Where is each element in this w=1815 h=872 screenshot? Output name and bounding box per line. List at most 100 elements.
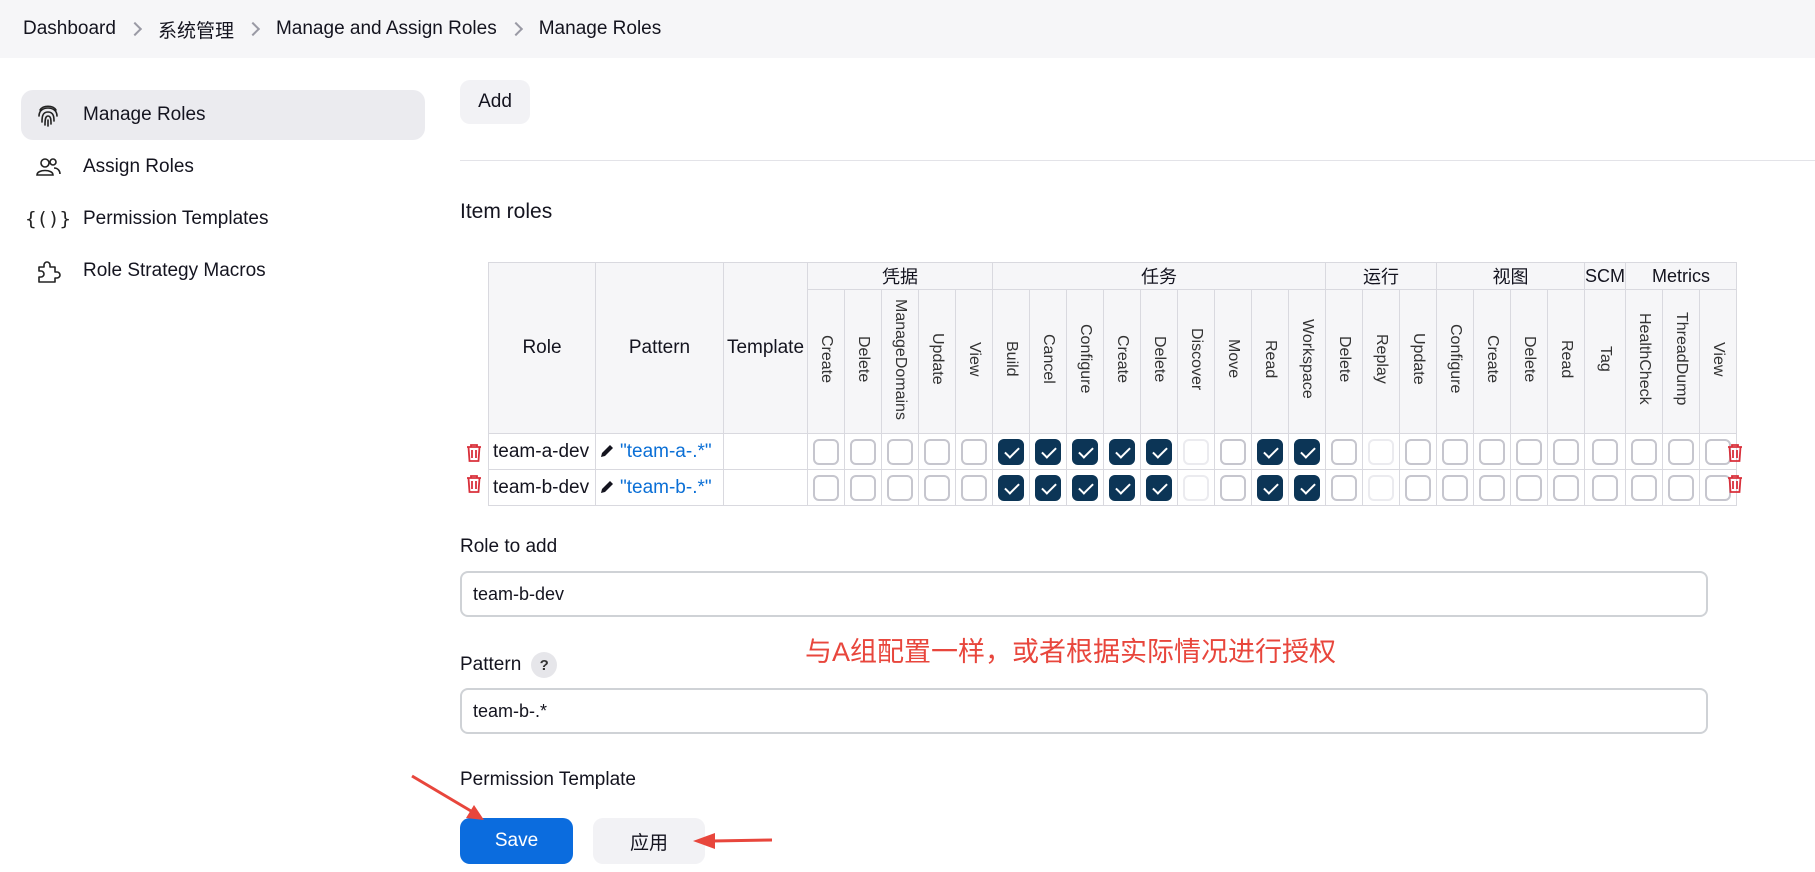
help-icon[interactable]: ? [531, 652, 558, 678]
permission-checkbox[interactable] [1257, 438, 1283, 465]
permission-cell [1214, 433, 1252, 470]
permission-checkbox[interactable] [1631, 438, 1657, 465]
pattern-cell[interactable]: "team-a-.*" [595, 433, 724, 470]
permission-checkbox[interactable] [813, 438, 839, 465]
permission-checkbox[interactable] [1516, 438, 1542, 465]
permission-checkbox[interactable] [1072, 474, 1098, 501]
permission-checkbox[interactable] [887, 474, 913, 501]
role-to-add-input[interactable] [460, 571, 1708, 617]
permission-column-label: Delete [1336, 335, 1353, 383]
delete-row-icon[interactable] [465, 443, 483, 463]
permission-checkbox[interactable] [1553, 474, 1579, 501]
permission-column-header: Cancel [1029, 289, 1067, 434]
permission-checkbox[interactable] [1668, 438, 1694, 465]
permission-cell [807, 433, 845, 470]
permission-checkbox[interactable] [998, 438, 1024, 465]
breadcrumb-manage-roles[interactable]: Manage Roles [539, 18, 662, 40]
permission-cell [1103, 433, 1141, 470]
permission-checkbox[interactable] [1479, 474, 1505, 501]
permission-checkbox[interactable] [1592, 474, 1618, 501]
apply-button[interactable]: 应用 [593, 818, 705, 864]
permission-checkbox[interactable] [1631, 474, 1657, 501]
permission-checkbox[interactable] [1294, 474, 1320, 501]
permission-cell [1288, 469, 1326, 506]
permission-column-header: Configure [1066, 289, 1104, 434]
sidebar-item-permission-templates[interactable]: {()} Permission Templates [21, 194, 425, 244]
permission-cell [918, 469, 956, 506]
permission-checkbox[interactable] [1442, 474, 1468, 501]
pattern-label: Pattern [460, 654, 522, 676]
permission-checkbox[interactable] [1109, 438, 1135, 465]
permission-checkbox[interactable] [1368, 474, 1394, 501]
delete-row-icon[interactable] [465, 474, 483, 494]
permission-checkbox[interactable] [1035, 474, 1061, 501]
pencil-icon[interactable] [600, 480, 614, 494]
delete-row-icon[interactable] [1726, 474, 1744, 494]
permission-cell [1473, 469, 1511, 506]
sidebar: Manage Roles Assign Roles {()} Permissio… [21, 90, 425, 298]
permission-checkbox[interactable] [1146, 474, 1172, 501]
save-button[interactable]: Save [460, 818, 573, 864]
chevron-right-icon [508, 21, 523, 37]
permission-checkbox[interactable] [1072, 438, 1098, 465]
permission-checkbox[interactable] [1220, 474, 1246, 501]
permission-column-label: Cancel [1040, 334, 1057, 384]
permission-column-label: Tag [1597, 346, 1614, 372]
sidebar-item-role-strategy-macros[interactable]: Role Strategy Macros [21, 246, 425, 296]
permission-checkbox[interactable] [1109, 474, 1135, 501]
permission-checkbox[interactable] [1035, 438, 1061, 465]
permission-checkbox[interactable] [1183, 438, 1209, 465]
permission-cell [1251, 433, 1289, 470]
permission-checkbox[interactable] [961, 438, 987, 465]
permission-checkbox[interactable] [1553, 438, 1579, 465]
pattern-input[interactable] [460, 688, 1708, 734]
permission-checkbox[interactable] [1479, 438, 1505, 465]
permission-checkbox[interactable] [1442, 438, 1468, 465]
permission-checkbox[interactable] [1516, 474, 1542, 501]
permission-checkbox[interactable] [887, 438, 913, 465]
permission-checkbox[interactable] [961, 474, 987, 501]
permission-checkbox[interactable] [998, 474, 1024, 501]
breadcrumb-dashboard[interactable]: Dashboard [23, 18, 116, 40]
pattern-cell[interactable]: "team-b-.*" [595, 469, 724, 506]
permission-checkbox[interactable] [924, 438, 950, 465]
permission-checkbox[interactable] [1220, 438, 1246, 465]
permission-checkbox[interactable] [813, 474, 839, 501]
sidebar-item-assign-roles[interactable]: Assign Roles [21, 142, 425, 192]
permission-checkbox[interactable] [850, 438, 876, 465]
permission-checkbox[interactable] [1331, 474, 1357, 501]
permission-cell [1510, 469, 1548, 506]
permission-cell [992, 433, 1030, 470]
permission-checkbox[interactable] [1294, 438, 1320, 465]
permission-column-label: Configure [1077, 324, 1094, 394]
breadcrumb-system-management[interactable]: 系统管理 [158, 16, 234, 43]
permission-column-header: Read [1251, 289, 1289, 434]
breadcrumb-manage-assign-roles[interactable]: Manage and Assign Roles [276, 18, 497, 40]
permission-cell [1436, 433, 1474, 470]
pencil-icon[interactable] [600, 444, 614, 458]
permission-checkbox[interactable] [1405, 438, 1431, 465]
permission-checkbox[interactable] [1668, 474, 1694, 501]
add-button[interactable]: Add [460, 80, 530, 124]
sidebar-item-manage-roles[interactable]: Manage Roles [21, 90, 425, 140]
delete-row-icon[interactable] [1726, 443, 1744, 463]
permission-checkbox[interactable] [1183, 474, 1209, 501]
permission-checkbox[interactable] [1146, 438, 1172, 465]
permission-checkbox[interactable] [1331, 438, 1357, 465]
permission-checkbox[interactable] [1592, 438, 1618, 465]
permission-cell [844, 433, 882, 470]
permission-column-label: View [966, 341, 983, 377]
pattern-link[interactable]: "team-b-.*" [620, 477, 712, 498]
permission-cell [1214, 469, 1252, 506]
pattern-link[interactable]: "team-a-.*" [620, 441, 712, 462]
permission-cell [1473, 433, 1511, 470]
permission-group-header: 任务 [992, 262, 1326, 290]
permission-column-label: ManageDomains [892, 298, 909, 420]
permission-column-header: View [1699, 289, 1737, 434]
permission-checkbox[interactable] [1405, 474, 1431, 501]
permission-checkbox[interactable] [1257, 474, 1283, 501]
permission-cell [1140, 469, 1178, 506]
permission-checkbox[interactable] [1368, 438, 1394, 465]
permission-checkbox[interactable] [924, 474, 950, 501]
permission-checkbox[interactable] [850, 474, 876, 501]
